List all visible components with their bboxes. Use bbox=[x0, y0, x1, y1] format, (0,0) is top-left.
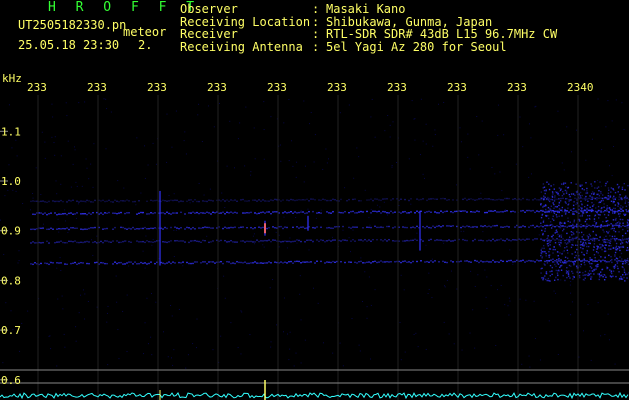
info-value: 5el Yagi Az 280 for Seoul bbox=[326, 39, 507, 54]
x-tick-label: 233 bbox=[267, 81, 287, 94]
spectrogram-svg: kHz 233 233 233 233 233 233 233 233 233 2340 1.1 1… bbox=[0, 68, 629, 400]
x-tick-label: 233 bbox=[87, 81, 107, 94]
y-tick-label: 1.0 bbox=[1, 175, 21, 188]
info-sep: : bbox=[312, 39, 320, 54]
x-tick-label: 233 bbox=[27, 81, 47, 94]
x-tick-label: 233 bbox=[207, 81, 227, 94]
y-tick-label: 0.9 bbox=[1, 225, 21, 238]
x-tick-label: 233 bbox=[387, 81, 407, 94]
x-tick-label: 233 bbox=[507, 81, 527, 94]
x-tick-label: 233 bbox=[327, 81, 347, 94]
filename-label: UT2505182330.pn bbox=[18, 18, 127, 32]
x-tick-label: 233 bbox=[147, 81, 167, 94]
y-tick-label: 0.6 bbox=[1, 374, 21, 387]
x-tick-label: 2340 bbox=[567, 81, 594, 94]
info-key: Receiving Antenna bbox=[180, 39, 303, 54]
hrofft-logo: H R O F F T bbox=[48, 0, 201, 15]
meteor-label: meteor bbox=[123, 25, 167, 39]
y-tick-label: 0.7 bbox=[1, 324, 21, 337]
info-sep: : bbox=[312, 2, 320, 16]
y-tick-label: 1.1 bbox=[1, 125, 21, 138]
spectrogram-plot: kHz 233 233 233 233 233 233 233 233 233 2340 1.1 1… bbox=[0, 68, 629, 400]
info-key: Receiver bbox=[180, 27, 238, 41]
y-tick-label: 0.8 bbox=[1, 274, 21, 287]
timestamp-label: 25.05.18 23:30 bbox=[18, 38, 120, 52]
header-panel: H R O F F T UT2505182330.pn meteor 25.05… bbox=[0, 0, 629, 68]
info-sep: : bbox=[312, 27, 320, 41]
meteor-count: 2. bbox=[138, 38, 153, 52]
info-key: Observer bbox=[180, 2, 238, 16]
x-tick-label: 233 bbox=[447, 81, 467, 94]
y-axis-unit: kHz bbox=[2, 72, 22, 85]
info-row-antenna: Receiving Antenna:5el Yagi Az 280 for Se… bbox=[180, 39, 557, 54]
station-info: Observer: Masaki Kano Receiving Location:… bbox=[180, 3, 557, 53]
